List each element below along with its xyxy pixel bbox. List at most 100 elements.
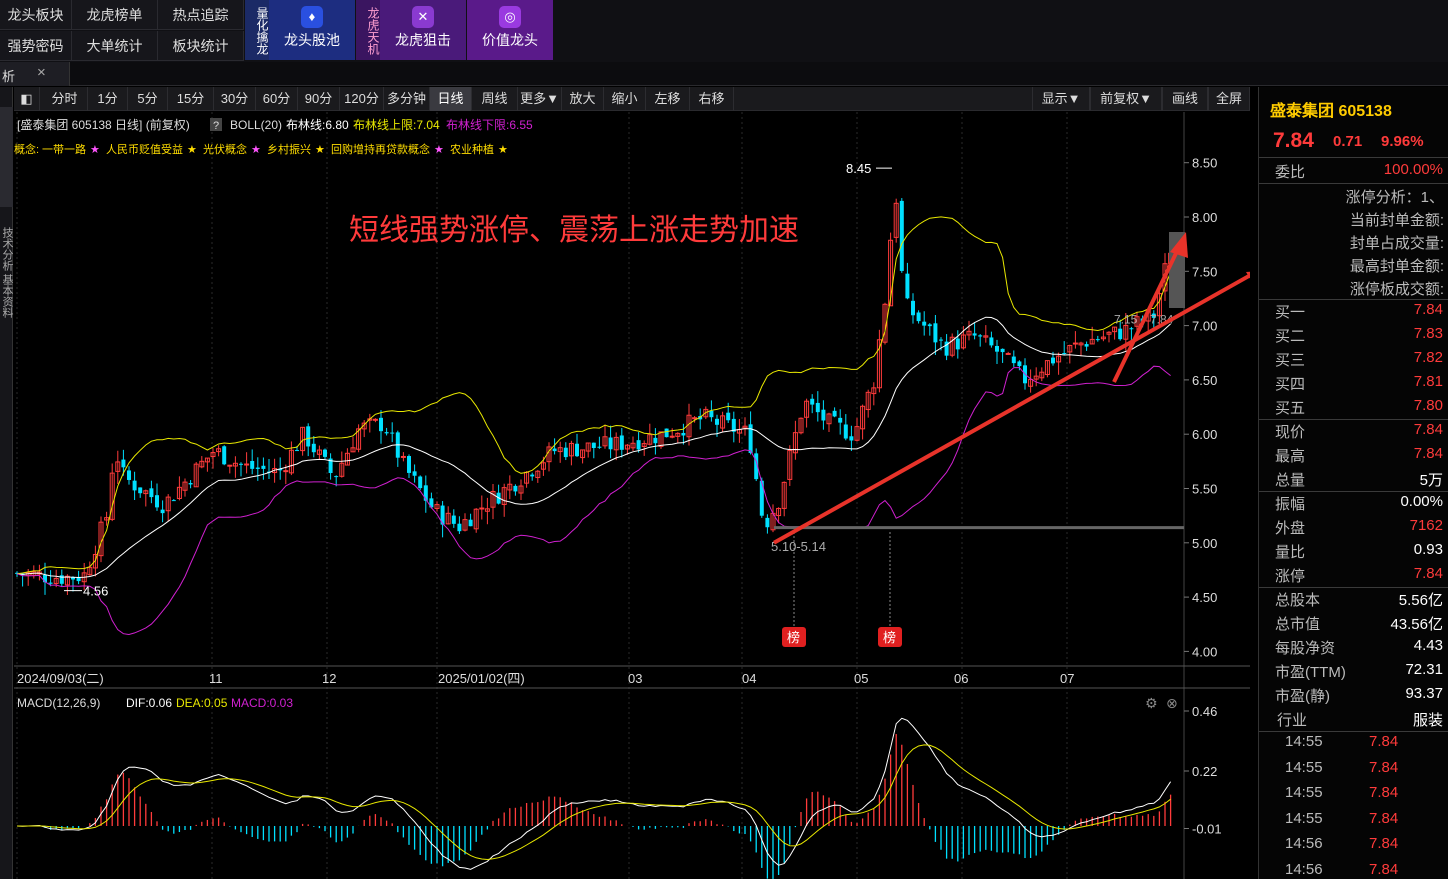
stat-row: 涨停 7.84: [1259, 565, 1448, 589]
candle-body: [323, 449, 327, 457]
stock-price: 7.84: [1273, 129, 1314, 152]
price-tick-label: 5.50: [1192, 482, 1217, 497]
stock-change: 0.71: [1333, 133, 1363, 150]
stat-label: 振幅: [1275, 496, 1306, 513]
stat-value: 5万: [1419, 472, 1443, 489]
candle-body: [821, 409, 826, 421]
toolbar-right-button-3[interactable]: 全屏: [1208, 87, 1250, 111]
nav-bankuai-tongji[interactable]: 板块统计: [158, 31, 244, 61]
candle-body: [619, 435, 624, 450]
toolbar-right-button-0[interactable]: 显示▼: [1032, 87, 1090, 111]
tab-analysis[interactable]: 析 ×: [0, 62, 70, 86]
tick-time: 14:56: [1285, 835, 1323, 852]
candle-body: [843, 424, 848, 439]
candle-body: [978, 335, 983, 337]
candle-body: [283, 470, 289, 473]
period-button-14[interactable]: 左移: [646, 87, 690, 111]
concepts-label: 概念:: [14, 142, 39, 156]
candle-body: [418, 476, 423, 489]
period-button-1[interactable]: 1分: [88, 87, 128, 111]
fundamental-row: 总股本 5.56亿: [1259, 589, 1448, 613]
boll-lower-line: [16, 365, 1171, 636]
nav-longhu-juji-button[interactable]: ✕ 龙虎狙击: [380, 0, 466, 60]
candle-body: [810, 398, 815, 405]
settings-icon: ⚙: [1145, 695, 1158, 711]
star-icon: ★: [315, 144, 325, 156]
period-button-6[interactable]: 90分: [298, 87, 340, 111]
industry-value: 服装: [1412, 712, 1443, 729]
candle-body: [149, 488, 154, 498]
collapse-sidebar-icon[interactable]: ◧: [14, 87, 40, 111]
orderbook-label: 买五: [1275, 400, 1306, 417]
orderbook-label: 买一: [1275, 304, 1306, 321]
price-tick-label: 7.50: [1192, 264, 1217, 279]
candle-body: [1118, 328, 1123, 340]
stat-value: 7.84: [1413, 421, 1443, 438]
nav-dadan-tongji[interactable]: 大单统计: [72, 31, 158, 61]
nav-longhu-bangdan[interactable]: 龙虎榜单: [72, 0, 158, 30]
candle-body: [1017, 361, 1022, 367]
tick-time: 14:55: [1285, 809, 1323, 827]
recent-mark: 7.15: [1114, 313, 1138, 327]
period-button-8[interactable]: 多分钟: [384, 87, 430, 111]
separator: [1259, 299, 1448, 300]
orderbook-label: 买二: [1275, 328, 1306, 345]
stat-row: 最高 7.84: [1259, 445, 1448, 469]
stat-value: 0.93: [1413, 541, 1443, 558]
nav-jiazhi-longtou-button[interactable]: ◎ 价值龙头: [467, 0, 553, 60]
period-button-12[interactable]: 放大: [562, 87, 604, 111]
candle-body: [838, 417, 843, 423]
candle-body: [379, 417, 383, 432]
tick-price: 7.84: [1369, 860, 1399, 878]
nav-qiangshi-mima[interactable]: 强势密码: [0, 31, 72, 61]
period-button-11[interactable]: 更多▼: [518, 87, 562, 111]
kline-chart[interactable]: 8.50 8.00 7.50 7.00 6.50 6.00 5.50 5.00 4.50 4.00…: [14, 112, 1250, 879]
period-button-13[interactable]: 缩小: [604, 87, 646, 111]
candle-body: [390, 432, 395, 434]
help-icon-glyph: ?: [213, 120, 219, 132]
macd-tick-label: 0.46: [1192, 704, 1217, 719]
concept-tag: 光伏概念: [203, 142, 247, 156]
period-button-10[interactable]: 周线: [472, 87, 518, 111]
period-button-4[interactable]: 30分: [214, 87, 256, 111]
stat-value: 7162: [1409, 517, 1443, 534]
period-button-9[interactable]: 日线: [430, 87, 472, 111]
candle-body: [636, 440, 641, 450]
orderbook-value: 7.83: [1413, 325, 1443, 342]
candle-body: [597, 446, 602, 448]
fundamental-row: 每股净资 4.43: [1259, 637, 1448, 661]
candle-body: [138, 487, 143, 494]
period-button-2[interactable]: 5分: [128, 87, 168, 111]
trend-arrow-head: [1246, 271, 1250, 279]
candle-body: [222, 446, 227, 465]
candle-body: [261, 465, 266, 469]
candle-body: [513, 485, 518, 492]
period-button-0[interactable]: 分时: [42, 87, 88, 111]
period-button-5[interactable]: 60分: [256, 87, 298, 111]
nav-longtou-gouchi-button[interactable]: ♦ 龙头股池: [269, 0, 355, 60]
stat-value: 7.84: [1413, 445, 1443, 462]
price-tick-label: 4.00: [1192, 644, 1217, 659]
close-icon[interactable]: ×: [37, 64, 46, 81]
period-button-15[interactable]: 右移: [690, 87, 734, 111]
side-tab-technical[interactable]: [0, 107, 13, 207]
candle-body: [48, 582, 53, 584]
separator: [1259, 491, 1448, 492]
nav-longtou-bankuai[interactable]: 龙头板块: [0, 0, 72, 30]
period-button-7[interactable]: 120分: [340, 87, 384, 111]
candle-body: [1129, 328, 1134, 330]
candle-body: [972, 333, 977, 336]
candle-body: [939, 339, 943, 341]
candle-body: [664, 428, 669, 438]
nav-redian-zhuizong[interactable]: 热点追踪: [158, 0, 244, 30]
price-tick-label: 5.00: [1192, 536, 1217, 551]
period-button-3[interactable]: 15分: [168, 87, 214, 111]
fundamental-label: 市盈(TTM): [1275, 664, 1346, 681]
stock-name: 盛泰集团 605138: [1270, 103, 1392, 120]
date-label: 07: [1060, 671, 1074, 686]
separator: [1259, 157, 1448, 158]
toolbar-right-button-2[interactable]: 画线: [1162, 87, 1208, 111]
boll-label: BOLL(20): [230, 118, 282, 132]
stat-row: 振幅 0.00%: [1259, 493, 1448, 517]
toolbar-right-button-1[interactable]: 前复权▼: [1090, 87, 1162, 111]
